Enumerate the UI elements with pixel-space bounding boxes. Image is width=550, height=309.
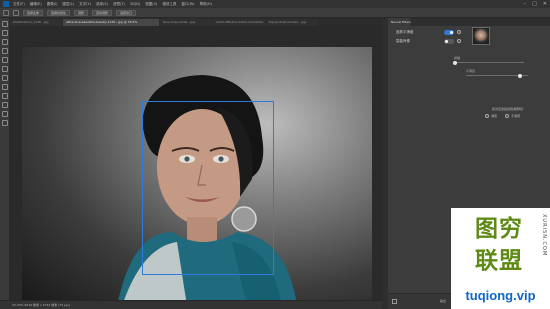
blur-slider-handle[interactable] — [453, 60, 457, 65]
radio-label: 满意 — [491, 114, 498, 118]
menu-file[interactable]: 文件(F) — [13, 2, 25, 7]
radio-circle-icon — [505, 114, 509, 118]
blur-slider-label: 模糊 — [454, 56, 461, 60]
home-icon[interactable] — [3, 9, 9, 16]
select-subject-button[interactable]: 选择主体 — [23, 9, 44, 16]
feedback-yes-radio[interactable]: 满意 — [485, 114, 497, 118]
menu-filter[interactable]: 滤镜(T) — [113, 2, 125, 7]
menu-edit[interactable]: 编辑(E) — [30, 2, 42, 7]
tool-preset-icon[interactable] — [13, 9, 19, 16]
status-bar: 33.33% 5616 像素 x 3744 像素 (72 ppi) — [0, 300, 382, 309]
menu-type[interactable]: 文字(Y) — [79, 2, 91, 7]
minimize-button[interactable]: – — [524, 1, 527, 7]
smart-portrait-toggle[interactable] — [444, 38, 454, 44]
face-thumbnail[interactable] — [472, 27, 490, 45]
eraser-tool-icon[interactable] — [1, 75, 8, 81]
photoshop-logo-icon — [3, 1, 9, 7]
fit-window-button[interactable]: 适配窗口 — [116, 9, 137, 16]
feedback-question: 您对该滤镜感到满意吗？ — [492, 107, 526, 111]
menu-select[interactable]: 选择(S) — [96, 2, 108, 7]
document-tab[interactable]: face-close-smile…jpg — [160, 19, 212, 26]
document-tab[interactable]: adult-affection-black-and-white…jpg — [213, 19, 265, 26]
tools-panel — [0, 18, 10, 300]
window-controls: – □ ✕ — [524, 1, 547, 7]
skin-smoothing-toggle[interactable] — [444, 29, 454, 35]
filter-row-skin-smoothing[interactable]: 皮肤平滑度 — [396, 29, 461, 35]
menu-3d[interactable]: 3D(D) — [130, 2, 140, 6]
output-label: 输出 — [440, 299, 447, 303]
watermark-vertical-text: XURISN.COM — [541, 214, 547, 257]
layers-icon[interactable] — [392, 299, 397, 304]
menu-plugins[interactable]: 增效工具 — [162, 2, 176, 7]
marquee-tool-icon[interactable] — [1, 30, 8, 36]
canvas-area[interactable] — [10, 26, 382, 306]
document-tab[interactable]: shutterstock_1146…jpg — [10, 19, 62, 26]
menu-image[interactable]: 图像(I) — [47, 2, 58, 7]
panel-tab-bar: Neural Filters — [388, 18, 550, 26]
hand-tool-icon[interactable] — [1, 111, 8, 117]
menu-bar: 文件(F) 编辑(E) 图像(I) 图层(L) 文字(Y) 选择(S) 滤镜(T… — [0, 0, 550, 8]
document-tab-active[interactable]: attractive-beautiful-beauty-1130…jpg @ 3… — [63, 19, 159, 26]
eyedropper-tool-icon[interactable] — [1, 57, 8, 63]
watermark-logo: 图穷 联盟 XURISN.COM tuqiong.vip — [451, 208, 550, 309]
document-tab[interactable]: top-portrait-woman…jpg — [266, 19, 318, 26]
radio-circle-icon — [485, 114, 489, 118]
menu-window[interactable]: 窗口(W) — [181, 2, 194, 7]
document-tab-bar: shutterstock_1146…jpg attractive-beautif… — [10, 18, 382, 26]
radio-label: 不满意 — [511, 114, 521, 118]
smoothness-slider-handle[interactable] — [518, 73, 522, 78]
type-tool-icon[interactable] — [1, 102, 8, 108]
lasso-tool-icon[interactable] — [1, 39, 8, 45]
filter-row-smart-portrait[interactable]: 智能肖像 — [396, 38, 461, 44]
filter-label: 智能肖像 — [396, 38, 410, 43]
menu-layer[interactable]: 图层(L) — [62, 2, 74, 7]
watermark-line-1: 图穷 — [475, 215, 523, 242]
blur-slider-track[interactable] — [454, 62, 524, 63]
gradient-tool-icon[interactable] — [1, 84, 8, 90]
menu-help[interactable]: 帮助(H) — [200, 2, 212, 7]
auto-adjust-button[interactable]: 自动调整 — [92, 9, 113, 16]
brush-tool-icon[interactable] — [1, 66, 8, 72]
menu-view[interactable]: 视图(V) — [145, 2, 157, 7]
watermark-line-2: 联盟 — [475, 247, 523, 274]
info-icon[interactable] — [457, 30, 461, 34]
select-and-mask-button[interactable]: 选择并遮住 — [47, 9, 71, 16]
panel-title[interactable]: Neural Filters — [388, 18, 411, 26]
feedback-no-radio[interactable]: 不满意 — [505, 114, 520, 118]
zoom-tool-icon[interactable] — [1, 120, 8, 126]
close-button[interactable]: ✕ — [543, 1, 547, 7]
options-bar: 选择主体 选择并遮住 调整 自动调整 适配窗口 — [0, 8, 550, 18]
crop-tool-icon[interactable] — [1, 48, 8, 54]
pen-tool-icon[interactable] — [1, 93, 8, 99]
face-detection-box — [142, 101, 274, 275]
info-icon[interactable] — [457, 39, 461, 43]
filter-label: 皮肤平滑度 — [396, 29, 414, 34]
adjust-button[interactable]: 调整 — [74, 9, 89, 16]
watermark-url: tuqiong.vip — [465, 288, 536, 303]
move-tool-icon[interactable] — [1, 21, 8, 27]
smoothness-slider-label: 平滑度 — [466, 69, 476, 73]
portrait-photo — [22, 47, 372, 306]
maximize-button[interactable]: □ — [532, 1, 537, 7]
